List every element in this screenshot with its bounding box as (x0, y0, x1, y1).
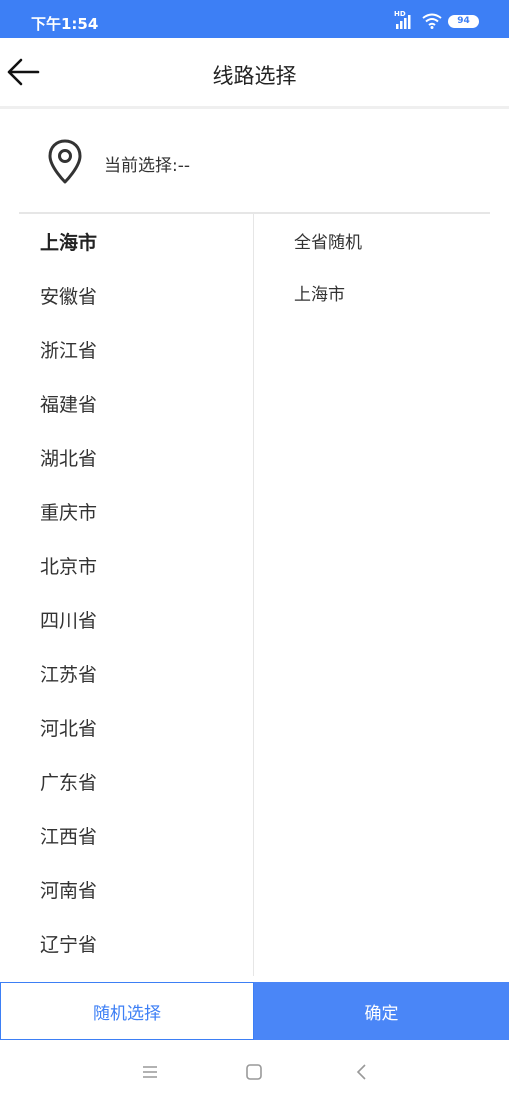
province-item-zhejiang[interactable]: 浙江省 (40, 336, 97, 363)
location-pin-icon (46, 138, 84, 185)
random-select-button[interactable]: 随机选择 (0, 982, 254, 1040)
city-item-province-random[interactable]: 全省随机 (294, 228, 362, 253)
status-bar: 下午1:54 HD 94 (0, 0, 509, 38)
province-item-liaoning[interactable]: 辽宁省 (40, 930, 97, 957)
city-list: 全省随机 上海市 (255, 214, 509, 976)
home-icon[interactable] (244, 1062, 264, 1082)
province-item-hubei[interactable]: 湖北省 (40, 444, 97, 471)
page-title: 线路选择 (212, 64, 297, 88)
app-header: 线路选择 (0, 38, 509, 109)
province-item-beijing[interactable]: 北京市 (40, 552, 97, 579)
province-item-anhui[interactable]: 安徽省 (40, 282, 97, 309)
province-item-guangdong[interactable]: 广东省 (40, 768, 97, 795)
system-nav-bar (0, 1040, 509, 1102)
status-time: 下午1:54 (31, 15, 99, 33)
status-icons: HD 94 (394, 10, 479, 30)
province-item-henan[interactable]: 河南省 (40, 876, 97, 903)
province-item-fujian[interactable]: 福建省 (40, 390, 97, 417)
city-item-shanghai[interactable]: 上海市 (294, 280, 345, 305)
current-selection-label: 当前选择:-- (104, 156, 190, 176)
province-item-hebei[interactable]: 河北省 (40, 714, 97, 741)
current-selection: 当前选择:-- (0, 109, 509, 213)
province-item-sichuan[interactable]: 四川省 (40, 606, 97, 633)
province-item-shanghai[interactable]: 上海市 (40, 228, 97, 255)
province-item-jiangsu[interactable]: 江苏省 (40, 660, 97, 687)
wifi-icon (422, 13, 442, 29)
confirm-button[interactable]: 确定 (254, 982, 509, 1040)
action-bar: 随机选择 确定 (0, 982, 509, 1040)
province-item-jiangxi[interactable]: 江西省 (40, 822, 97, 849)
signal-icon: HD (394, 10, 416, 29)
province-list: 上海市 安徽省 浙江省 福建省 湖北省 重庆市 北京市 四川省 江苏省 河北省 … (0, 214, 254, 976)
province-item-chongqing[interactable]: 重庆市 (40, 498, 97, 525)
back-icon[interactable] (352, 1062, 372, 1082)
menu-icon[interactable] (140, 1062, 160, 1082)
battery-icon: 94 (448, 14, 479, 28)
